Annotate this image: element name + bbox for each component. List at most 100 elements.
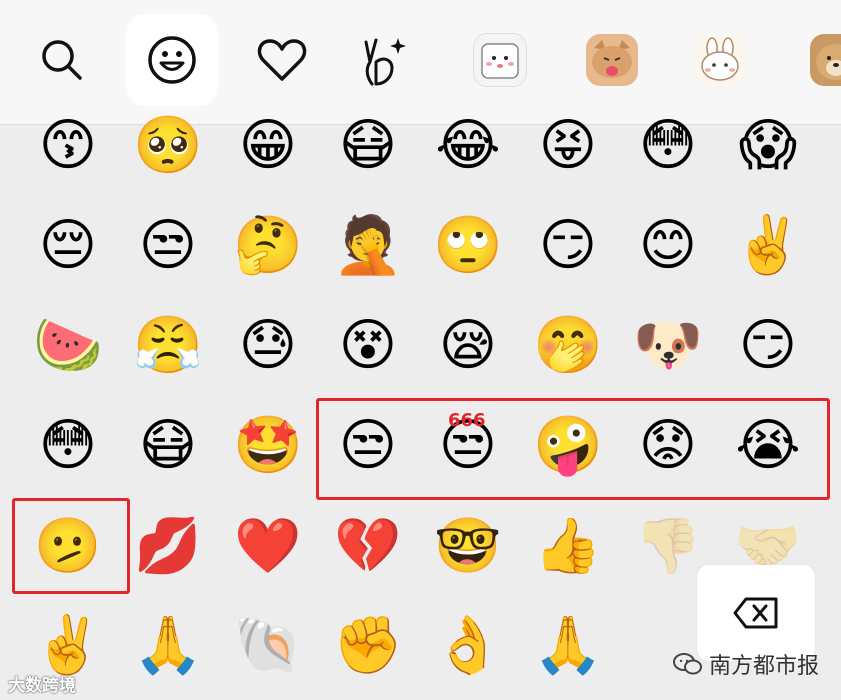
emoji-cell[interactable]: 😝 [518,98,618,194]
emoji-cell[interactable]: 😏 [518,198,618,294]
watermark-right-text: 南方都市报 [708,654,819,679]
sticker-pack-cat-tab[interactable] [566,14,658,106]
emoji-item: 😷 [138,413,198,478]
badge-666: 666 [448,410,486,431]
emoji-cell[interactable]: 😳 [618,98,718,194]
emoji-cell[interactable]: 💔 [318,498,418,594]
emoji-item: 😝 [538,113,598,178]
search-tab[interactable] [16,14,108,106]
emoji-item: 😱 [738,113,798,178]
emoji-cell[interactable]: 👌 [418,598,518,694]
emoji-cell[interactable]: 🤪 [518,398,618,494]
emoji-cell[interactable]: 😒 [318,398,418,494]
emoji-item: 😏 [538,213,598,278]
emoji-cell[interactable]: 😳 [18,398,118,494]
emoji-cell[interactable]: 🤭 [518,298,618,394]
emoji-item: 😂 [435,113,501,178]
emoji-cell[interactable]: 🙄 [418,198,518,294]
cat-tongue-sticker-icon [586,34,638,86]
sticker-pack-dog-tab[interactable] [454,14,546,106]
emoji-cell[interactable]: 🤔 [218,198,318,294]
emoji-cell[interactable]: 🤩 [218,398,318,494]
emoji-item: 😳 [638,113,698,178]
emoji-cell[interactable]: 😒 [118,198,218,294]
emoji-item: 😊 [638,213,698,278]
emoji-item: 😔 [38,213,98,278]
sticker-pack-rabbit-tab[interactable] [674,14,766,106]
emoji-item: 🤭 [533,313,603,378]
search-icon [42,40,82,80]
emoji-cell[interactable]: 😙 [18,98,118,194]
emoji-cell-666[interactable]: 😒 666 [418,398,518,494]
emoji-item: ✌️ [733,213,803,278]
emoji-item: 🐚 [233,613,303,678]
gesture-tab[interactable] [338,14,430,106]
emoji-item: 😏 [738,313,798,378]
emoji-cell[interactable]: 🍉 [18,298,118,394]
watermark-left: 大数跨境 [8,671,76,696]
emoji-cell[interactable]: 😪 [418,298,518,394]
emoji-cell[interactable]: 🤓 [418,498,518,594]
emoji-item: 🙄 [433,213,503,278]
victory-hand-sparkle-icon [364,38,406,86]
heart-icon [257,39,307,81]
emoji-cell[interactable]: 🐚 [218,598,318,694]
emoji-cell[interactable]: 😂 [418,98,518,194]
emoji-item: 👎 [634,514,702,577]
emoji-item: 🤪 [533,413,603,478]
emoji-cell[interactable]: ✌️ [718,198,818,294]
emoji-cell[interactable]: 😷 [118,398,218,494]
favorites-tab[interactable] [236,14,328,106]
emoji-item: 🥺 [133,113,203,178]
emoji-cell[interactable]: ❤️ [218,498,318,594]
emoji-item: 😓 [238,313,298,378]
emoji-item: 🙏 [133,613,203,678]
emoji-item: 🙏 [533,613,603,678]
emoji-item: ✊ [333,613,403,678]
wechat-icon [672,653,702,675]
emoji-cell[interactable]: 🐶 [618,298,718,394]
white-dog-sticker-icon [473,33,527,87]
emoji-item: 🐶 [633,313,703,378]
emoji-item: 😒 [138,213,198,278]
emoji-item: 😙 [38,113,98,178]
emoji-item: 😒 [338,413,398,478]
watermark-left-text: 大数跨境 [8,676,76,696]
emoji-item: 😁 [238,113,298,178]
emoji-cell[interactable]: 😓 [218,298,318,394]
doge-sticker-icon [810,34,841,86]
emoji-cell[interactable]: 😵 [318,298,418,394]
emoji-cell[interactable]: 😟 [618,398,718,494]
emoji-cell[interactable]: 😁 [218,98,318,194]
smiley-face-icon [148,36,196,84]
backspace-button[interactable] [697,565,815,661]
emoji-item: 🫤 [34,514,102,577]
emoji-cell[interactable]: 👍 [518,498,618,594]
emoji-cell[interactable]: 😱 [718,98,818,194]
emoji-cell[interactable]: ✊ [318,598,418,694]
emoji-item: 😟 [638,413,698,478]
sticker-pack-doge-tab[interactable] [790,14,841,106]
emoji-cell[interactable]: 🙏 [518,598,618,694]
emoji-item: ✌️ [33,613,103,678]
rabbit-sticker-icon [694,34,746,86]
emoji-cell[interactable]: 😭 [718,398,818,494]
emoji-item: ❤️ [234,514,302,577]
emoji-cell[interactable]: 😏 [718,298,818,394]
emoji-cell[interactable]: 😷 [318,98,418,194]
emoji-item: 😳 [38,413,98,478]
emoji-cell[interactable]: 😊 [618,198,718,294]
emoji-item: 👌 [433,613,503,678]
emoji-cell[interactable]: 😔 [18,198,118,294]
emoji-cell[interactable]: 🥺 [118,98,218,194]
backspace-icon [733,597,778,629]
emoji-tab[interactable] [126,14,218,106]
emoji-item: 💔 [334,514,402,577]
emoji-cell[interactable]: 💋 [118,498,218,594]
emoji-cell[interactable]: 🙏 [118,598,218,694]
emoji-cell[interactable]: 🫤 [18,498,118,594]
emoji-item: 😭 [735,413,801,478]
emoji-cell[interactable]: 🤦 [318,198,418,294]
emoji-item: 🤔 [233,213,303,278]
emoji-cell[interactable]: 😤 [118,298,218,394]
